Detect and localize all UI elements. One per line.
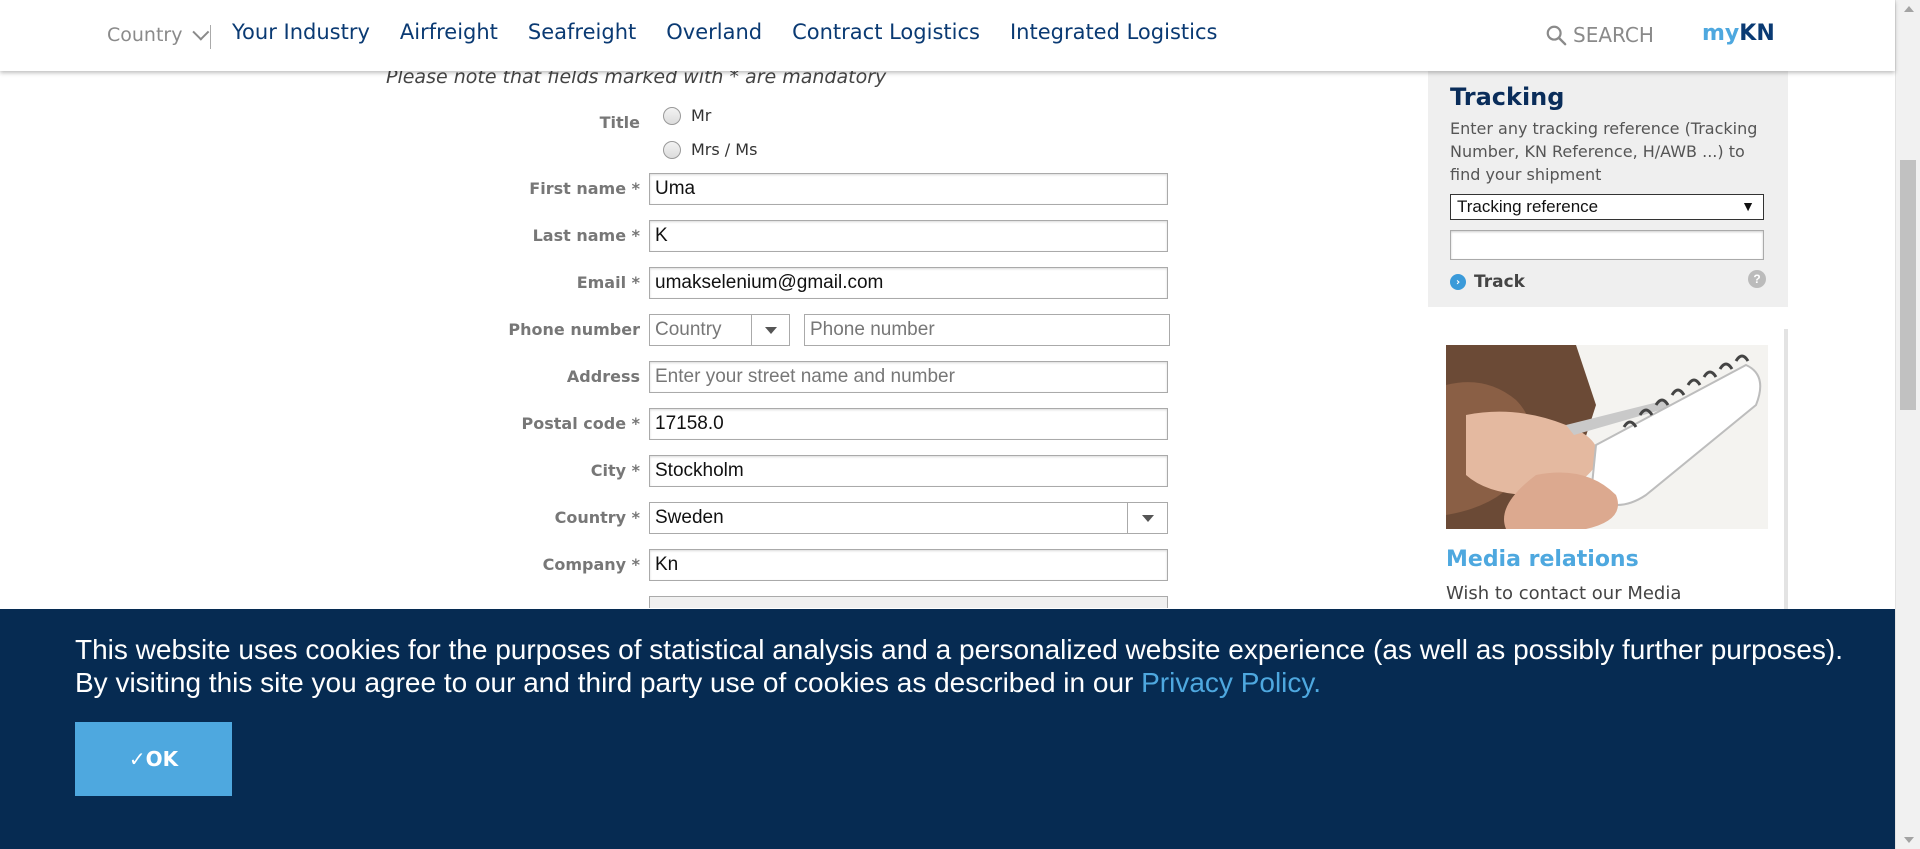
mykn-my: my: [1702, 21, 1740, 46]
phone-number-field[interactable]: Phone number: [804, 314, 1170, 346]
cookie-ok-button[interactable]: ✓OK: [75, 722, 232, 796]
nav-link-airfreight[interactable]: Airfreight: [400, 20, 498, 44]
nav-divider: [210, 25, 211, 49]
scroll-up-icon[interactable]: [1904, 6, 1914, 12]
phone-label: Phone number: [508, 320, 640, 339]
privacy-policy-link[interactable]: Privacy Policy.: [1141, 667, 1321, 698]
nav-link-your-industry[interactable]: Your Industry: [232, 20, 370, 44]
caret-down-icon: [764, 326, 777, 334]
radio-mr[interactable]: [663, 106, 681, 125]
company-row: Company * Kn: [0, 549, 1200, 581]
cookie-text: This website uses cookies for the purpos…: [75, 634, 1843, 698]
country-select[interactable]: Sweden: [649, 502, 1168, 534]
email-row: Email * umakselenium@gmail.com: [0, 267, 1200, 299]
search-label: SEARCH: [1573, 23, 1654, 47]
first-name-label: First name *: [529, 179, 640, 198]
caret-down-icon: [1141, 514, 1154, 522]
company-field[interactable]: Kn: [649, 549, 1168, 581]
media-image[interactable]: [1446, 345, 1768, 529]
arrow-right-icon: ›: [1450, 274, 1466, 290]
mykn-kn: KN: [1739, 21, 1775, 46]
postal-code-field[interactable]: 17158.0: [649, 408, 1168, 440]
last-name-row: Last name * K: [0, 220, 1200, 252]
title-option-mr[interactable]: Mr: [663, 106, 711, 125]
tracking-description: Enter any tracking reference (Tracking N…: [1450, 119, 1758, 184]
nav-link-overland[interactable]: Overland: [666, 20, 762, 44]
postal-code-row: Postal code * 17158.0: [0, 408, 1200, 440]
country-select-value: Sweden: [655, 507, 724, 528]
phone-country-placeholder: Country: [655, 319, 722, 340]
radio-mrs-ms-label: Mrs / Ms: [691, 140, 758, 159]
nav-link-seafreight[interactable]: Seafreight: [528, 20, 636, 44]
last-name-field[interactable]: K: [649, 220, 1168, 252]
tracking-panel: Tracking Enter any tracking reference (T…: [1428, 71, 1788, 307]
chevron-down-icon: [192, 23, 210, 41]
mykn-link[interactable]: myKN: [1702, 21, 1775, 46]
city-label: City *: [590, 461, 640, 480]
nav-link-contract-logistics[interactable]: Contract Logistics: [792, 20, 980, 44]
cookie-banner: This website uses cookies for the purpos…: [0, 609, 1895, 849]
title-row: Title: [0, 107, 1200, 139]
media-relations-text: Wish to contact our Media: [1446, 583, 1682, 604]
email-field[interactable]: umakselenium@gmail.com: [649, 267, 1168, 299]
radio-mr-label: Mr: [691, 106, 712, 125]
country-row: Country * Sweden: [0, 502, 1200, 534]
tracking-select-value: Tracking reference: [1457, 197, 1599, 216]
tracking-title: Tracking: [1450, 83, 1565, 111]
nav-link-integrated-logistics[interactable]: Integrated Logistics: [1010, 20, 1218, 44]
writing-hand-illustration: [1446, 345, 1768, 529]
first-name-field[interactable]: Uma: [649, 173, 1168, 205]
industry-select-partial[interactable]: [649, 596, 1168, 608]
country-selector-label: Country: [107, 24, 183, 46]
title-label: Title: [599, 113, 640, 132]
track-button-label: Track: [1474, 272, 1525, 292]
main-menu: Your Industry Airfreight Seafreight Over…: [232, 20, 1217, 44]
media-relations-title[interactable]: Media relations: [1446, 547, 1639, 572]
tracking-reference-select[interactable]: Tracking reference ▼: [1450, 194, 1764, 220]
help-icon[interactable]: ?: [1748, 270, 1766, 288]
track-button[interactable]: › Track: [1450, 272, 1766, 292]
address-field[interactable]: Enter your street name and number: [649, 361, 1168, 393]
search-icon: [1546, 25, 1567, 46]
city-row: City * Stockholm: [0, 455, 1200, 487]
phone-country-dropdown-button[interactable]: [751, 315, 789, 345]
country-label: Country *: [554, 508, 640, 527]
city-field[interactable]: Stockholm: [649, 455, 1168, 487]
phone-row: Phone number Country Phone number: [0, 314, 1200, 346]
search-button[interactable]: SEARCH: [1545, 23, 1654, 47]
caret-down-icon: ▼: [1741, 198, 1755, 214]
country-selector[interactable]: Country: [107, 23, 210, 46]
scroll-down-icon[interactable]: [1904, 837, 1914, 843]
scroll-thumb[interactable]: [1900, 160, 1916, 410]
address-label: Address: [566, 367, 640, 386]
company-label: Company *: [542, 555, 640, 574]
radio-mrs-ms[interactable]: [663, 140, 681, 159]
phone-country-select[interactable]: Country: [649, 314, 790, 346]
country-dropdown-button[interactable]: [1127, 503, 1167, 533]
title-option-mrs-ms[interactable]: Mrs / Ms: [663, 140, 757, 159]
page-scrollbar[interactable]: [1895, 0, 1920, 849]
top-navigation: Country Your Industry Airfreight Seafrei…: [0, 0, 1895, 71]
cookie-message: This website uses cookies for the purpos…: [75, 633, 1855, 699]
address-row: Address Enter your street name and numbe…: [0, 361, 1200, 393]
last-name-label: Last name *: [532, 226, 640, 245]
media-relations-card: Media relations Wish to contact our Medi…: [1428, 329, 1788, 609]
tracking-input[interactable]: [1450, 230, 1764, 260]
first-name-row: First name * Uma: [0, 173, 1200, 205]
email-label: Email *: [576, 273, 640, 292]
postal-code-label: Postal code *: [521, 414, 640, 433]
